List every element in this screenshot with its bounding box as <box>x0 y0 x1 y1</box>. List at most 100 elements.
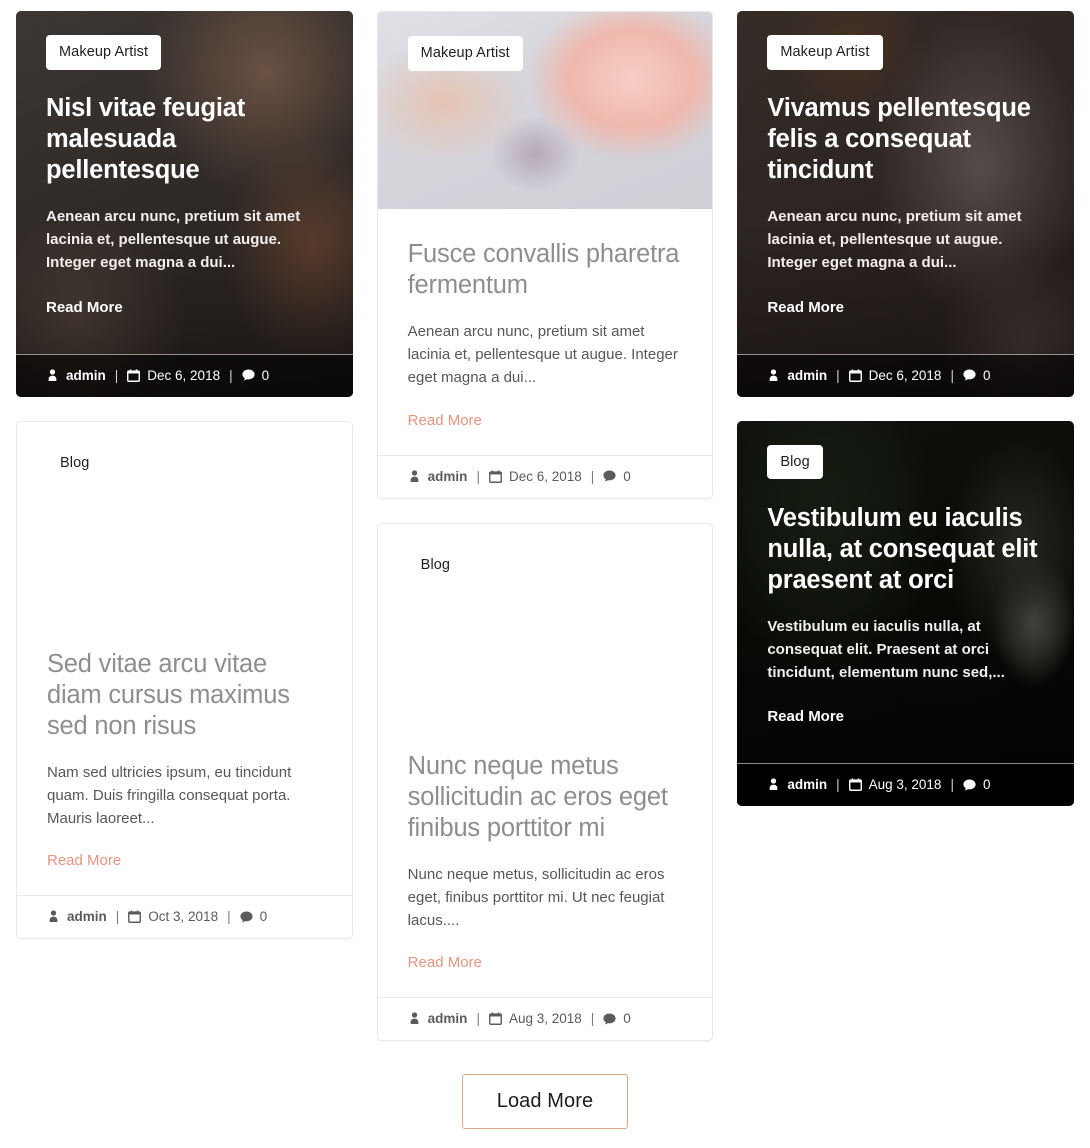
category-badge[interactable]: Makeup Artist <box>767 35 883 70</box>
meta-comments-text: 0 <box>982 777 991 793</box>
card-thumbnail-image[interactable]: Blog <box>378 524 713 721</box>
category-badge[interactable]: Makeup Artist <box>46 35 162 70</box>
card-title[interactable]: Fusce convallis pharetra fermentum <box>408 239 683 301</box>
meta-date-text: Oct 3, 2018 <box>148 909 219 925</box>
category-badge-wrapper: Blog <box>47 445 103 481</box>
meta-comments: 0 <box>963 368 990 383</box>
card-meta: admin | Dec 6, 2018 | 0 <box>377 454 713 498</box>
category-badge[interactable]: Blog <box>47 445 103 481</box>
meta-author-text: admin <box>787 367 828 383</box>
card-excerpt: Aenean arcu nunc, pretium sit amet lacin… <box>767 208 1022 271</box>
card-meta: admin | Dec 6, 2018 | 0 <box>16 353 353 397</box>
meta-date: Oct 3, 2018 <box>128 909 218 924</box>
calendar-icon <box>127 368 141 382</box>
blog-card[interactable]: Blog Sed vitae arcu vitae diam cursus max… <box>16 420 353 940</box>
meta-date: Dec 6, 2018 <box>127 368 220 383</box>
card-title[interactable]: Vestibulum eu iaculis nulla, at consequa… <box>767 503 1044 596</box>
card-thumbnail-image[interactable]: Blog <box>17 422 352 619</box>
meta-row: admin | Dec 6, 2018 | 0 <box>46 368 323 383</box>
card-title[interactable]: Nunc neque metus sollicitudin ac eros eg… <box>408 751 683 844</box>
card-thumbnail-image[interactable]: Makeup Artist <box>377 12 713 209</box>
meta-author-text: admin <box>66 367 106 383</box>
read-more-link[interactable]: Read More <box>46 299 123 316</box>
category-badge-wrapper: Blog <box>767 444 823 480</box>
meta-separator: | <box>114 367 119 383</box>
meta-comments-text: 0 <box>259 909 268 925</box>
card-excerpt: Aenean arcu nunc, pretium sit amet lacin… <box>407 323 678 386</box>
category-badge[interactable]: Makeup Artist <box>407 36 523 71</box>
grid-column-1: Makeup Artist Nisl vitae feugiat malesuad… <box>16 11 353 940</box>
meta-separator: | <box>476 1011 480 1027</box>
user-icon <box>408 469 421 483</box>
meta-date-text: Aug 3, 2018 <box>508 1011 582 1027</box>
comment-icon <box>963 778 976 792</box>
read-more-link[interactable]: Read More <box>767 299 844 316</box>
card-body: Nunc neque metus sollicitudin ac eros eg… <box>378 721 713 998</box>
meta-row: admin | Aug 3, 2018 | 0 <box>767 777 1044 792</box>
blog-masonry-grid: Makeup Artist Nisl vitae feugiat malesuad… <box>0 0 1090 1042</box>
load-more-container: Load More <box>0 1041 1090 1148</box>
meta-author-text: admin <box>427 1011 468 1027</box>
category-badge-wrapper: Makeup Artist <box>46 35 162 70</box>
comment-icon <box>603 1012 616 1026</box>
card-excerpt: Nunc neque metus, sollicitudin ac eros e… <box>407 865 665 929</box>
meta-comments: 0 <box>603 1011 631 1026</box>
meta-separator: | <box>836 367 840 383</box>
comment-icon <box>603 469 616 483</box>
card-title[interactable]: Nisl vitae feugiat malesuada pellentesqu… <box>46 93 323 186</box>
meta-row: admin | Aug 3, 2018 | 0 <box>408 1011 683 1026</box>
meta-date: Aug 3, 2018 <box>488 1011 582 1027</box>
blog-card[interactable]: Blog Nunc neque metus sollicitudin ac ero… <box>376 522 714 1042</box>
calendar-icon <box>128 910 142 924</box>
user-icon <box>408 1012 421 1026</box>
comment-icon <box>242 368 255 382</box>
meta-comments: 0 <box>240 909 268 925</box>
meta-comments: 0 <box>603 469 631 484</box>
category-badge-wrapper: Makeup Artist <box>407 36 523 71</box>
load-more-button[interactable]: Load More <box>461 1074 629 1130</box>
read-more-link[interactable]: Read More <box>408 954 482 971</box>
card-excerpt: Aenean arcu nunc, pretium sit amet lacin… <box>46 208 301 271</box>
card-meta: admin | Aug 3, 2018 | 0 <box>737 763 1075 807</box>
meta-date: Dec 6, 2018 <box>488 468 582 484</box>
user-icon <box>767 368 780 382</box>
meta-author-text: admin <box>787 777 828 793</box>
category-badge[interactable]: Blog <box>407 547 464 583</box>
meta-separator: | <box>836 777 840 793</box>
meta-author: admin <box>408 1011 468 1027</box>
category-badge-wrapper: Blog <box>407 547 464 583</box>
meta-separator: | <box>115 909 120 925</box>
meta-author-text: admin <box>67 909 107 925</box>
meta-date-text: Dec 6, 2018 <box>508 468 582 484</box>
blog-card[interactable]: Makeup Artist Fusce convallis pharetra fe… <box>376 11 714 499</box>
calendar-icon <box>848 778 862 792</box>
meta-date-text: Dec 6, 2018 <box>868 367 942 383</box>
meta-author: admin <box>767 368 827 383</box>
meta-row: admin | Oct 3, 2018 | 0 <box>47 909 322 924</box>
meta-separator: | <box>950 777 954 793</box>
card-title[interactable]: Sed vitae arcu vitae diam cursus maximus… <box>47 649 322 742</box>
meta-comments-text: 0 <box>623 468 631 484</box>
read-more-link[interactable]: Read More <box>767 708 844 725</box>
card-title[interactable]: Vivamus pellentesque felis a consequat t… <box>767 93 1044 186</box>
meta-author: admin <box>46 368 106 383</box>
read-more-link[interactable]: Read More <box>47 852 121 869</box>
blog-card[interactable]: Makeup Artist Vivamus pellentesque felis … <box>737 11 1075 397</box>
blog-card[interactable]: Blog Vestibulum eu iaculis nulla, at cons… <box>737 420 1075 807</box>
category-badge[interactable]: Blog <box>767 444 823 480</box>
meta-separator: | <box>229 367 233 383</box>
comment-icon <box>963 368 976 382</box>
meta-date: Aug 3, 2018 <box>848 777 941 792</box>
grid-column-3: Makeup Artist Vivamus pellentesque felis … <box>737 11 1075 807</box>
meta-author: admin <box>408 469 467 484</box>
meta-separator: | <box>590 1011 595 1027</box>
meta-row: admin | Dec 6, 2018 | 0 <box>767 368 1044 383</box>
category-badge-wrapper: Makeup Artist <box>767 35 883 70</box>
meta-comments-text: 0 <box>623 1011 631 1027</box>
blog-card[interactable]: Makeup Artist Nisl vitae feugiat malesuad… <box>16 11 353 397</box>
meta-date: Dec 6, 2018 <box>848 367 942 383</box>
user-icon <box>46 368 59 382</box>
read-more-link[interactable]: Read More <box>408 412 482 429</box>
card-meta: admin | Oct 3, 2018 | 0 <box>17 895 352 939</box>
meta-separator: | <box>950 367 954 383</box>
